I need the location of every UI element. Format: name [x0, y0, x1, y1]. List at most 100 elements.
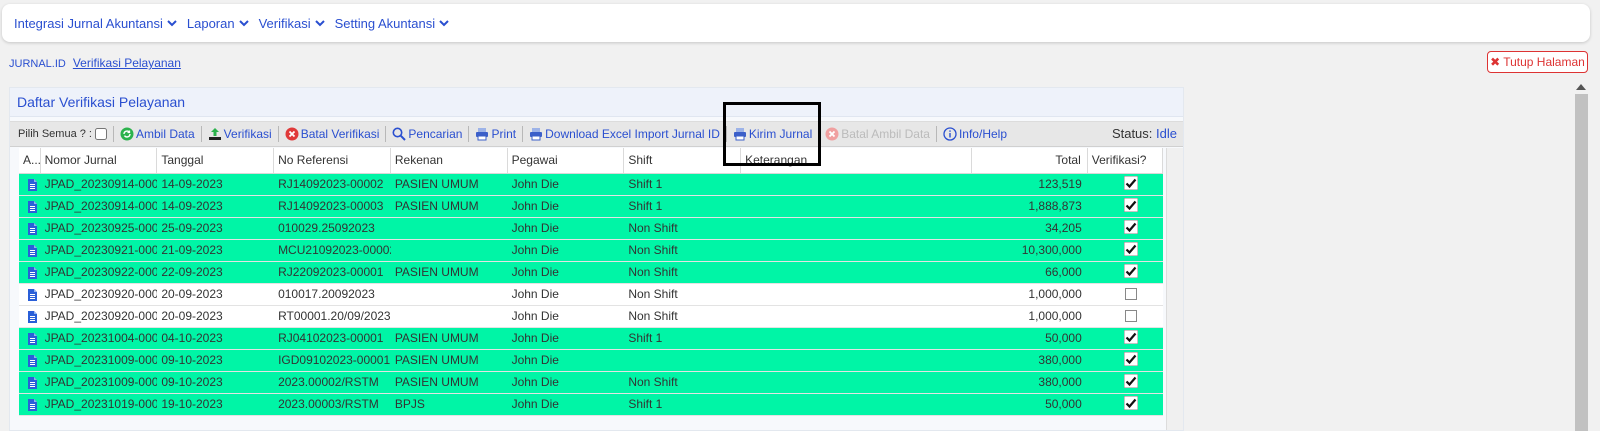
verifikasi-checkbox[interactable]: [1123, 264, 1138, 278]
table-row[interactable]: JPAD_20230914-00001 14-09-2023 RJ1409202…: [19, 174, 1163, 196]
breadcrumb-current[interactable]: Verifikasi Pelayanan: [73, 56, 181, 70]
table-row[interactable]: JPAD_20230920-00002 20-09-2023 RT00001.2…: [19, 306, 1163, 328]
toolbar-separator: [818, 126, 820, 142]
chevron-down-icon: [238, 20, 249, 27]
verifikasi-checkbox[interactable]: [1124, 310, 1137, 322]
select-all-checkbox[interactable]: [94, 128, 107, 140]
info-help-button[interactable]: Info/Help: [943, 127, 1007, 141]
verifikasi-checkbox[interactable]: [1124, 288, 1137, 300]
page-scrollbar[interactable]: [1572, 82, 1590, 431]
select-all[interactable]: Pilih Semua ? :: [18, 128, 107, 140]
cell-total: 1,000,000: [1028, 309, 1082, 323]
table-row[interactable]: JPAD_20231004-00001 04-10-2023 RJ0410202…: [19, 328, 1163, 350]
table-row[interactable]: JPAD_20230921-00001 21-09-2023 MCU210920…: [19, 240, 1163, 262]
verifikasi-checkbox[interactable]: [1123, 220, 1138, 234]
row-document-cell[interactable]: [19, 196, 41, 217]
cell-no-referensi: RJ04102023-00001: [278, 331, 384, 345]
row-document-cell[interactable]: [19, 328, 41, 349]
document-icon[interactable]: [25, 178, 39, 192]
column-header-total[interactable]: Total: [972, 148, 1088, 173]
row-document-cell[interactable]: [19, 284, 41, 305]
ambil-data-button[interactable]: Ambil Data: [120, 127, 195, 141]
column-header-nomor-jurnal[interactable]: Nomor Jurnal: [41, 148, 158, 173]
breadcrumb-root[interactable]: JURNAL.ID: [9, 58, 66, 70]
cell-no-referensi: 2023.00002/RSTM: [278, 375, 379, 389]
document-icon[interactable]: [25, 288, 39, 302]
verifikasi-button[interactable]: Verifikasi: [208, 127, 272, 141]
column-header-verifikasi[interactable]: Verifikasi?: [1088, 148, 1163, 173]
cell-rekenan: [391, 218, 508, 239]
download-excel-button[interactable]: Download Excel Import Jurnal ID: [529, 127, 720, 141]
info-help-label: Info/Help: [958, 127, 1007, 141]
page-scrollbar-thumb[interactable]: [1575, 94, 1588, 431]
verifikasi-checkbox[interactable]: [1123, 198, 1138, 212]
column-header-no-referensi[interactable]: No Referensi: [274, 148, 391, 173]
table-row[interactable]: JPAD_20231009-00002 09-10-2023 2023.0000…: [19, 372, 1163, 394]
nav-verifikasi[interactable]: Verifikasi: [259, 16, 325, 31]
cell-verifikasi: [1088, 262, 1163, 283]
cell-keterangan: [741, 240, 972, 261]
grid-scrollbar[interactable]: [1166, 148, 1183, 430]
batal-ambil-data-label: Batal Ambil Data: [841, 127, 930, 141]
verifikasi-checkbox[interactable]: [1123, 396, 1138, 410]
document-icon[interactable]: [25, 398, 39, 412]
batal-verifikasi-button[interactable]: Batal Verifikasi: [285, 127, 379, 141]
pencarian-button[interactable]: Pencarian: [392, 127, 462, 141]
cell-verifikasi: [1088, 218, 1163, 239]
document-icon[interactable]: [25, 222, 39, 236]
cell-pegawai: John Die: [511, 331, 559, 345]
nav-setting-akuntansi[interactable]: Setting Akuntansi: [335, 16, 449, 31]
verifikasi-checkbox[interactable]: [1123, 176, 1138, 190]
kirim-jurnal-button[interactable]: Kirim Jurnal: [733, 127, 812, 141]
table-row[interactable]: JPAD_20230914-00002 14-09-2023 RJ1409202…: [19, 196, 1163, 218]
column-header-shift[interactable]: Shift: [624, 148, 742, 173]
row-document-cell[interactable]: [19, 350, 41, 371]
document-icon[interactable]: [25, 354, 39, 368]
document-icon[interactable]: [25, 332, 39, 346]
row-document-cell[interactable]: [19, 240, 41, 261]
column-header-tanggal[interactable]: Tanggal: [157, 148, 275, 173]
nav-laporan[interactable]: Laporan: [187, 16, 249, 31]
column-header-a[interactable]: A...: [19, 148, 41, 173]
print-button[interactable]: Print: [475, 127, 516, 141]
document-icon[interactable]: [25, 310, 39, 324]
cell-nomor-jurnal: JPAD_20230914-00001: [44, 177, 158, 191]
close-page-button[interactable]: ✖ Tutup Halaman: [1487, 51, 1588, 73]
verifikasi-checkbox[interactable]: [1123, 330, 1138, 344]
verifikasi-checkbox[interactable]: [1123, 242, 1138, 256]
cell-no-referensi: MCU21092023-00002: [278, 243, 391, 257]
document-icon[interactable]: [25, 200, 39, 214]
scroll-up-arrow-icon[interactable]: [1576, 84, 1586, 90]
toolbar-separator: [112, 126, 114, 142]
table-row[interactable]: JPAD_20230925-00001 25-09-2023 010029.25…: [19, 218, 1163, 240]
table-row[interactable]: JPAD_20231019-00003 19-10-2023 2023.0000…: [19, 394, 1163, 416]
table-row[interactable]: JPAD_20231009-00001 09-10-2023 IGD091020…: [19, 350, 1163, 372]
cell-nomor-jurnal: JPAD_20230922-00001: [44, 265, 158, 279]
cell-total: 380,000: [1038, 353, 1082, 367]
cell-verifikasi: [1088, 372, 1163, 393]
nav-integrasi-jurnal[interactable]: Integrasi Jurnal Akuntansi: [14, 16, 177, 31]
row-document-cell[interactable]: [19, 394, 41, 415]
cell-rekenan: PASIEN UMUM: [394, 265, 479, 279]
column-header-rekenan[interactable]: Rekenan: [391, 148, 508, 173]
row-document-cell[interactable]: [19, 174, 41, 195]
document-icon[interactable]: [25, 376, 39, 390]
toolbar-separator: [935, 126, 937, 142]
table-row[interactable]: JPAD_20230920-00001 20-09-2023 010017.20…: [19, 284, 1163, 306]
table-row[interactable]: JPAD_20230922-00001 22-09-2023 RJ2209202…: [19, 262, 1163, 284]
column-header-pegawai[interactable]: Pegawai: [508, 148, 625, 173]
verifikasi-checkbox[interactable]: [1123, 374, 1138, 388]
cell-total: 50,000: [1045, 397, 1082, 411]
document-icon[interactable]: [25, 266, 39, 280]
cell-tanggal: 20-09-2023: [161, 287, 223, 301]
verifikasi-checkbox[interactable]: [1123, 352, 1138, 366]
info-icon: [943, 127, 957, 141]
batal-ambil-data-button[interactable]: Batal Ambil Data: [825, 127, 930, 141]
row-document-cell[interactable]: [19, 306, 41, 327]
document-icon[interactable]: [25, 244, 39, 258]
row-document-cell[interactable]: [19, 218, 41, 239]
cancel-circle-icon: [285, 127, 299, 141]
row-document-cell[interactable]: [19, 262, 41, 283]
row-document-cell[interactable]: [19, 372, 41, 393]
column-header-keterangan[interactable]: Keterangan: [741, 148, 973, 173]
